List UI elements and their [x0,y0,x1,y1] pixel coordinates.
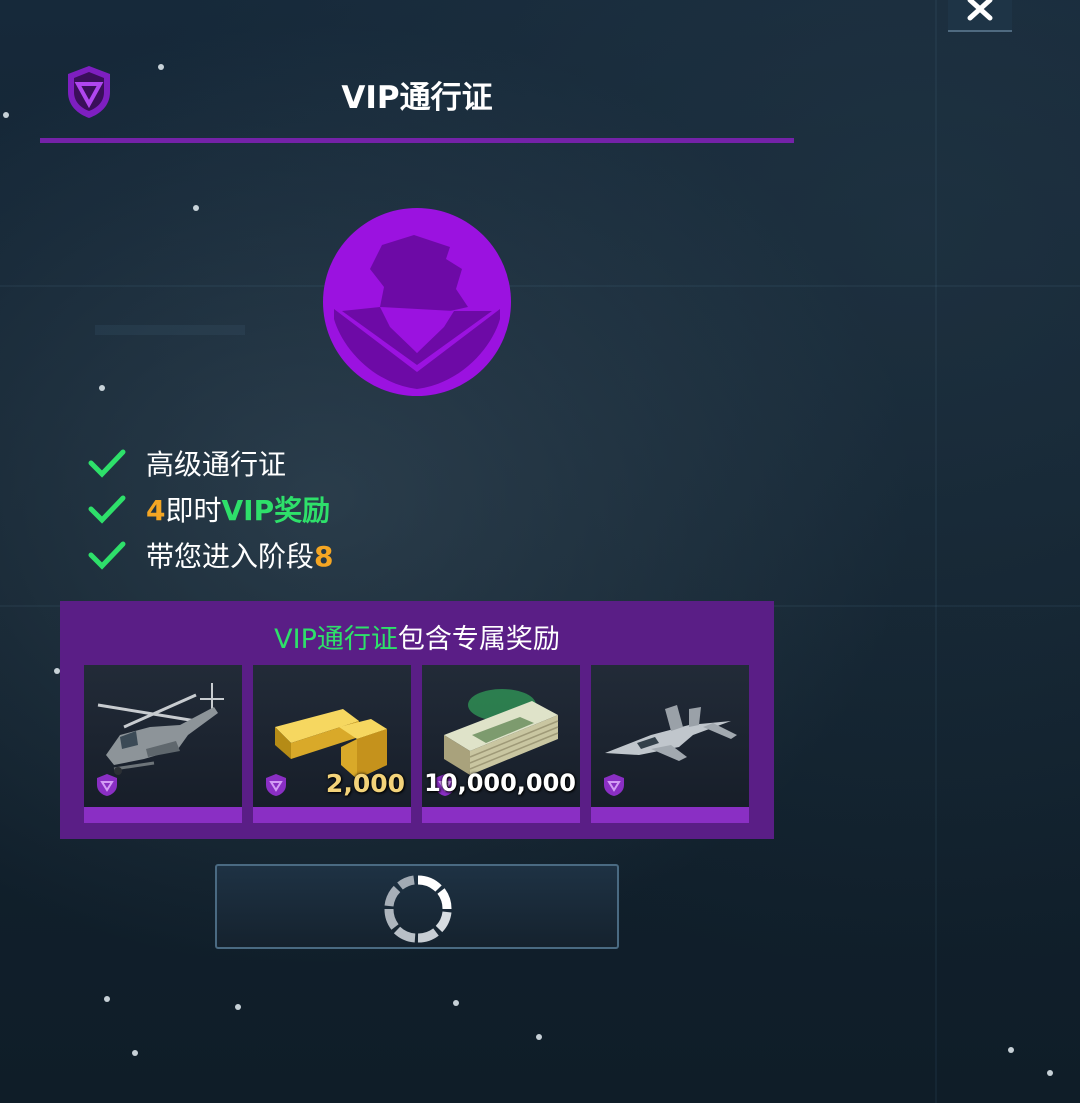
tile-footer-bar [422,807,580,823]
vip-badge-icon [266,774,286,796]
checkmark-icon [88,449,126,478]
purchase-button[interactable] [215,864,619,949]
bg-star [132,1050,138,1056]
rewards-heading-rest: 包含专属奖励 [397,624,560,655]
feature-instant-rewards: 4即时VIP奖励 [88,486,334,532]
bg-star [536,1034,542,1040]
bg-star [3,112,9,118]
bg-star [1047,1070,1053,1076]
bg-star [193,205,199,211]
rewards-panel: VIP通行证包含专属奖励 2,000 10,000,000 [60,601,774,839]
tile-footer-bar [591,807,749,823]
eagle-emblem-icon [323,208,511,396]
feature-label: 带您进入阶段8 [146,535,334,575]
bg-star [235,1004,241,1010]
reward-tile-helicopter[interactable] [84,665,242,823]
feature-label: 4即时VIP奖励 [146,489,330,529]
feature-stage-skip: 带您进入阶段8 [88,532,334,578]
feature-label: 高级通行证 [146,448,287,481]
bg-star [99,385,105,391]
tile-footer-bar [253,807,411,823]
reward-quantity: 10,000,000 [424,769,576,797]
bg-grid-line [935,0,937,1103]
loading-spinner-icon [384,875,452,943]
vip-badge-icon [604,774,624,796]
close-button[interactable] [948,0,1012,32]
vip-pass-screen: VIP通行证 高级通行证 4即时VIP奖励 带您进入阶段8 VIP通行证包含专属… [0,0,1080,1103]
bg-star [158,64,164,70]
reward-tile-cash[interactable]: 10,000,000 [422,665,580,823]
rewards-heading-accent: VIP通行证 [274,624,398,655]
vip-reward-label: VIP奖励 [221,494,331,527]
feature-label-text: 带您进入阶段 [146,540,315,573]
reward-count: 4 [146,494,166,527]
reward-quantity: 2,000 [325,769,405,798]
feature-list: 高级通行证 4即时VIP奖励 带您进入阶段8 [88,440,334,578]
vip-badge-icon [97,774,117,796]
bg-star [104,996,110,1002]
checkmark-icon [88,541,126,570]
reward-tile-gold[interactable]: 2,000 [253,665,411,823]
feature-label-mid: 即时 [165,494,222,527]
bg-star [453,1000,459,1006]
title-divider [40,138,794,143]
reward-tile-jet[interactable] [591,665,749,823]
bg-grid-line [0,285,1080,287]
close-icon [967,0,993,21]
tile-footer-bar [84,807,242,823]
bg-grid-line [95,325,245,335]
feature-premium-pass: 高级通行证 [88,440,334,486]
bg-star [1008,1047,1014,1053]
rewards-heading: VIP通行证包含专属奖励 [60,617,774,656]
stage-number: 8 [314,540,334,573]
page-title: VIP通行证 [341,80,493,116]
checkmark-icon [88,495,126,524]
